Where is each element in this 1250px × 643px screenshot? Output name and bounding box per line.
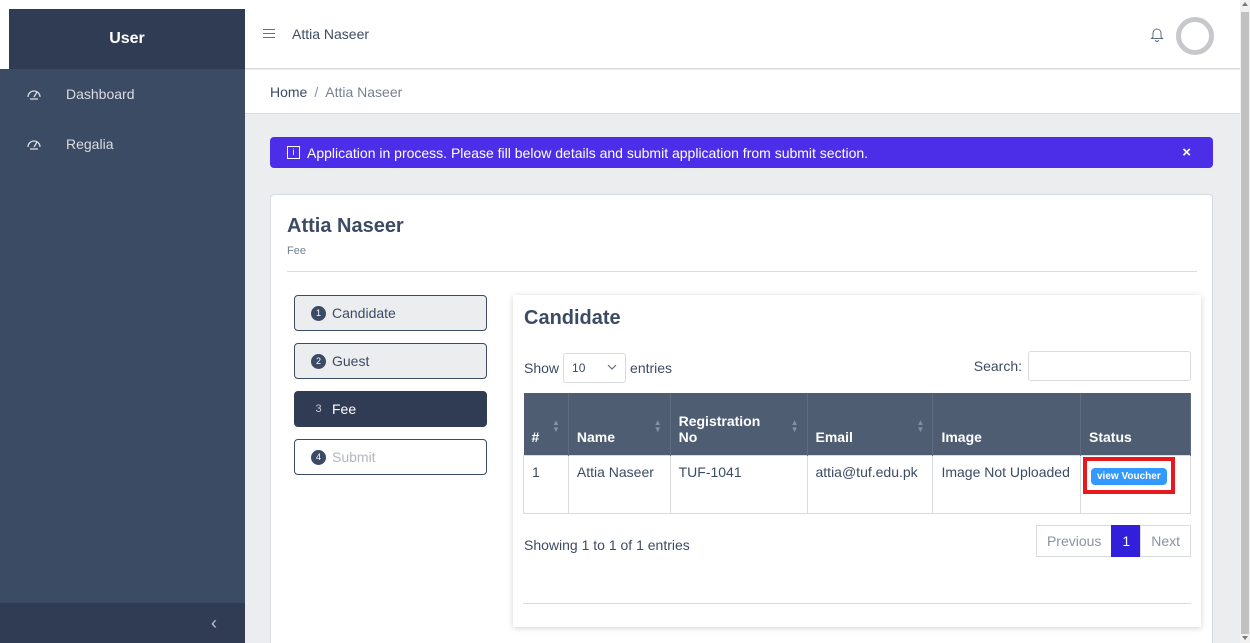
cell-image: Image Not Uploaded — [932, 454, 1081, 514]
header: Attia Naseer — [245, 0, 1240, 69]
table-row: 1 Attia Naseer TUF-1041 attia@tuf.edu.pk… — [523, 454, 1191, 514]
sidebar-minimize-button[interactable]: ‹ — [0, 603, 245, 643]
sidebar-item-label: Dashboard — [66, 86, 135, 102]
sidebar-item-dashboard[interactable]: Dashboard — [0, 69, 245, 119]
scroll-down-arrow-icon[interactable] — [1242, 636, 1248, 640]
window-edge — [0, 0, 245, 9]
step-candidate[interactable]: 1 Candidate — [294, 295, 487, 331]
sort-icon: ▲ ▼ — [916, 418, 925, 434]
chevron-down-icon — [607, 362, 617, 373]
candidate-panel: Candidate Show 10 entries Search: # ▲▼ — [513, 295, 1201, 627]
chevron-left-icon: ‹ — [211, 612, 217, 633]
column-header-status[interactable]: Status — [1080, 393, 1191, 455]
breadcrumb-home-link[interactable]: Home — [270, 84, 307, 100]
info-alert: i Application in process. Please fill be… — [270, 137, 1213, 168]
column-header-registration-no[interactable]: Registration No ▲ ▼ — [670, 393, 808, 455]
column-header-name[interactable]: Name ▲ ▼ — [568, 393, 671, 455]
sort-icon: ▲ ▼ — [551, 418, 560, 434]
sidebar-item-label: Regalia — [66, 136, 114, 152]
info-icon: i — [287, 146, 300, 159]
divider — [523, 603, 1191, 604]
page-1-button[interactable]: 1 — [1111, 525, 1142, 557]
page-title: Attia Naseer — [287, 215, 404, 237]
sort-icon: ▲ ▼ — [790, 418, 799, 434]
window-edge — [0, 0, 9, 69]
alert-message: Application in process. Please fill belo… — [307, 144, 869, 161]
table-info: Showing 1 to 1 of 1 entries — [524, 537, 690, 553]
cell-status: view Voucher — [1080, 454, 1191, 514]
page-scrollbar[interactable] — [1240, 0, 1250, 643]
page-subtitle: Fee — [287, 245, 306, 257]
search-input[interactable] — [1028, 351, 1191, 381]
step-fee[interactable]: 3 Fee — [294, 391, 487, 427]
candidate-table: # ▲ ▼ Name ▲ ▼ Registration No ▲ ▼ Email ▲ ▼ — [523, 393, 1191, 514]
scrollbar-thumb[interactable] — [1241, 12, 1249, 634]
step-number: 2 — [311, 353, 326, 369]
entries-label: entries — [630, 360, 673, 376]
step-submit[interactable]: 4 Submit — [294, 439, 487, 475]
sidebar-item-regalia[interactable]: Regalia — [0, 119, 245, 169]
close-icon[interactable]: × — [1182, 144, 1191, 161]
column-header-image[interactable]: Image — [932, 393, 1081, 455]
step-label: Submit — [332, 449, 376, 465]
avatar[interactable] — [1176, 17, 1214, 55]
step-label: Guest — [332, 353, 370, 369]
breadcrumb-separator: / — [314, 83, 319, 100]
bell-icon[interactable] — [1150, 26, 1164, 42]
cell-name: Attia Naseer — [567, 454, 671, 514]
cell-index: 1 — [523, 454, 569, 514]
entries-select[interactable]: 10 — [563, 353, 627, 383]
entries-length-control: Show 10 entries — [524, 353, 672, 383]
divider — [287, 271, 1197, 272]
step-number: 1 — [311, 305, 326, 321]
panel-title: Candidate — [524, 307, 621, 329]
speedometer-icon — [26, 86, 42, 102]
breadcrumb-current: Attia Naseer — [325, 83, 403, 100]
step-number: 4 — [311, 449, 326, 465]
show-label: Show — [524, 360, 560, 376]
sort-icon: ▲ ▼ — [653, 418, 662, 434]
application-card: Attia Naseer Fee 1 Candidate 2 Guest 3 F… — [270, 194, 1213, 643]
column-header-index[interactable]: # ▲ ▼ — [523, 393, 569, 455]
breadcrumb: Home / Attia Naseer — [245, 70, 1240, 114]
header-title: Attia Naseer — [292, 26, 370, 42]
step-number: 3 — [315, 403, 322, 415]
step-guest[interactable]: 2 Guest — [294, 343, 487, 379]
next-page-button[interactable]: Next — [1140, 525, 1191, 557]
view-voucher-button[interactable]: view Voucher — [1091, 467, 1167, 485]
pagination: Previous 1 Next — [1035, 525, 1191, 557]
column-header-email[interactable]: Email ▲ ▼ — [807, 393, 934, 455]
entries-value: 10 — [572, 361, 586, 375]
hamburger-menu-icon[interactable] — [263, 29, 275, 39]
speedometer-icon — [26, 136, 42, 152]
sidebar: User Dashboard Regalia ‹ — [0, 0, 245, 643]
cell-registration-no: TUF-1041 — [669, 454, 808, 514]
sidebar-brand[interactable]: User — [9, 9, 245, 69]
scroll-up-arrow-icon[interactable] — [1242, 2, 1248, 6]
step-label: Candidate — [332, 305, 396, 321]
table-search: Search: — [974, 351, 1191, 381]
previous-page-button[interactable]: Previous — [1035, 525, 1113, 557]
search-label: Search: — [973, 358, 1022, 374]
step-label: Fee — [332, 401, 357, 417]
cell-email: attia@tuf.edu.pk — [806, 454, 934, 514]
highlight-box: view Voucher — [1083, 456, 1175, 494]
